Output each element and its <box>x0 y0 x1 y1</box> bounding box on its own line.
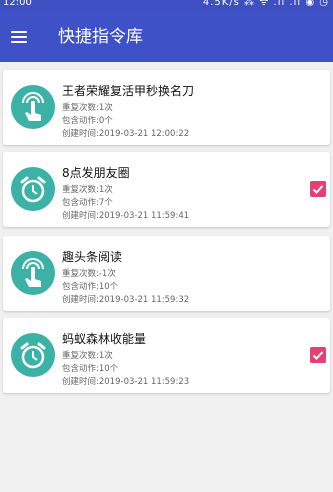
card-title: 王者荣耀复活甲秒换名刀 <box>62 84 195 98</box>
enable-checkbox[interactable] <box>310 347 326 363</box>
created-time: 创建时间:2019-03-21 11:59:41 <box>62 211 190 221</box>
action-count: 包含动作:0个 <box>62 116 113 126</box>
action-count: 包含动作:7个 <box>62 198 113 208</box>
card-title: 趣头条阅读 <box>62 250 123 264</box>
status-time: 12:00 <box>3 0 32 8</box>
enable-checkbox[interactable] <box>310 181 326 197</box>
status-bar: 12:00 4.5K/s ⁂ ᯤ .ıl .ıl ◉ ◷ <box>0 0 333 12</box>
status-indicators: 4.5K/s ⁂ ᯤ .ıl .ıl ◉ ◷ <box>202 0 329 8</box>
shortcut-card[interactable]: 蚂蚁森林收能量 重复次数:1次 包含动作:10个 创建时间:2019-03-21… <box>3 318 330 393</box>
alarm-clock-icon <box>11 333 55 377</box>
menu-icon[interactable] <box>8 26 30 48</box>
repeat-count: 重复次数:1次 <box>62 103 113 113</box>
created-time: 创建时间:2019-03-21 12:00:22 <box>62 129 190 139</box>
repeat-count: 重复次数:1次 <box>62 351 113 361</box>
shortcut-card[interactable]: 趣头条阅读 重复次数:-1次 包含动作:10个 创建时间:2019-03-21 … <box>3 236 330 311</box>
repeat-count: 重复次数:-1次 <box>62 269 116 279</box>
touch-hand-icon <box>11 251 55 295</box>
card-title: 8点发朋友圈 <box>62 166 130 180</box>
alarm-clock-icon <box>11 167 55 211</box>
repeat-count: 重复次数:1次 <box>62 185 113 195</box>
touch-hand-icon <box>11 85 55 129</box>
app-bar: 快捷指令库 <box>0 12 333 62</box>
action-count: 包含动作:10个 <box>62 364 119 374</box>
page-title: 快捷指令库 <box>58 27 143 47</box>
created-time: 创建时间:2019-03-21 11:59:23 <box>62 377 190 387</box>
card-title: 蚂蚁森林收能量 <box>62 332 147 346</box>
action-count: 包含动作:10个 <box>62 282 119 292</box>
shortcut-card[interactable]: 王者荣耀复活甲秒换名刀 重复次数:1次 包含动作:0个 创建时间:2019-03… <box>3 70 330 145</box>
created-time: 创建时间:2019-03-21 11:59:32 <box>62 295 190 305</box>
shortcut-card[interactable]: 8点发朋友圈 重复次数:1次 包含动作:7个 创建时间:2019-03-21 1… <box>3 152 330 227</box>
